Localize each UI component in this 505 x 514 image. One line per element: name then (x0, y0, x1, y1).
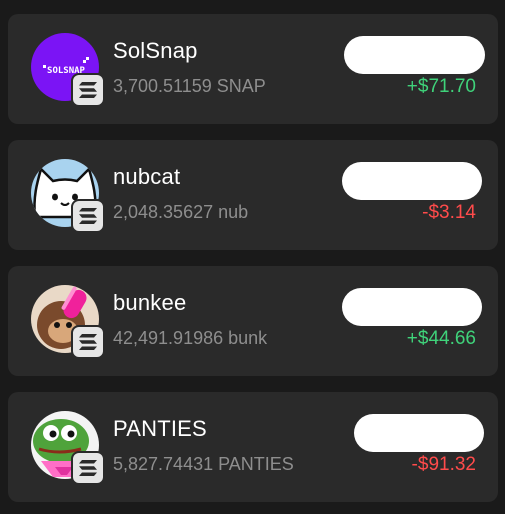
redacted-value (344, 36, 485, 74)
token-change: -$3.14 (422, 202, 476, 223)
solana-icon (71, 451, 105, 485)
token-change: -$91.32 (411, 454, 476, 475)
token-change: +$71.70 (406, 76, 476, 97)
token-name: bunkee (113, 290, 187, 315)
token-name: nubcat (113, 164, 181, 189)
token-row-solsnap[interactable]: SOLSNAP SolSnap 3,700.51159 SNAP +$71.70 (8, 14, 498, 124)
token-avatar: SOLSNAP (31, 33, 105, 107)
token-name: SolSnap (113, 38, 198, 63)
redacted-value (342, 162, 482, 200)
token-avatar (31, 285, 105, 359)
token-row-panties[interactable]: PANTIES 5,827.74431 PANTIES -$91.32 (8, 392, 498, 502)
token-row-nubcat[interactable]: nubcat 2,048.35627 nub -$3.14 (8, 140, 498, 250)
token-avatar (31, 411, 105, 485)
token-balance: 2,048.35627 nub (113, 202, 249, 222)
solana-icon (71, 199, 105, 233)
solana-icon (71, 325, 105, 359)
redacted-value (342, 288, 482, 326)
token-change: +$44.66 (406, 328, 476, 349)
token-balance: 5,827.74431 PANTIES (113, 454, 294, 474)
token-row-bunkee[interactable]: bunkee 42,491.91986 bunk +$44.66 (8, 266, 498, 376)
token-list: SOLSNAP SolSnap 3,700.51159 SNAP +$71.70 (0, 0, 505, 514)
token-name: PANTIES (113, 416, 207, 441)
token-balance: 3,700.51159 SNAP (113, 76, 266, 96)
solana-icon (71, 73, 105, 107)
token-avatar (31, 159, 105, 233)
token-balance: 42,491.91986 bunk (113, 328, 268, 348)
redacted-value (354, 414, 484, 452)
